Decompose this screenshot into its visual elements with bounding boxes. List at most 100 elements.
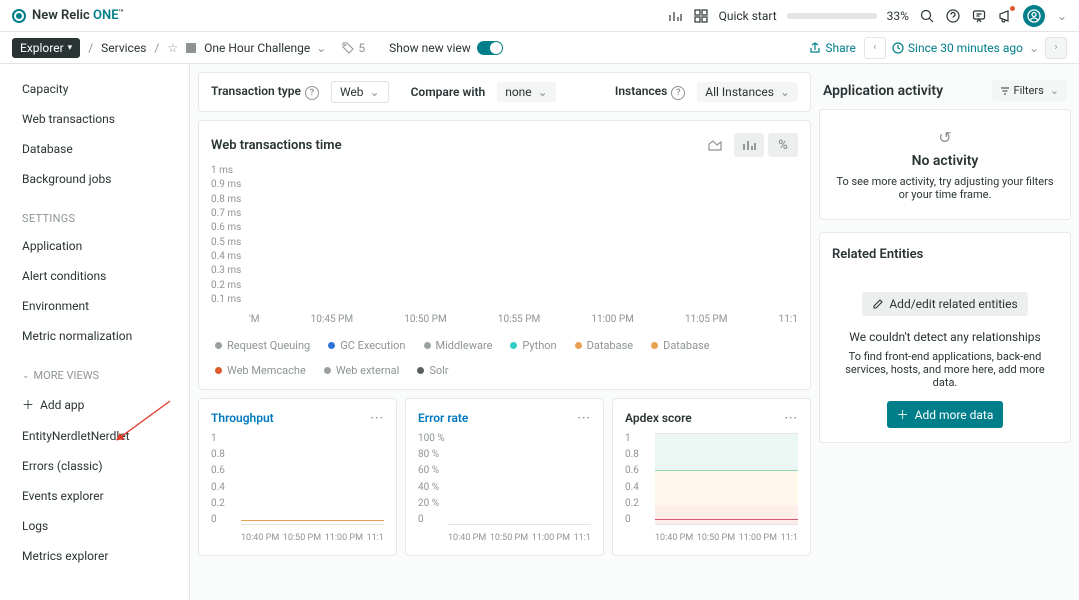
right-sidebar: Application activity Filters⌄ ↺ No activ… bbox=[819, 64, 1079, 600]
sidebar-more-item-2[interactable]: Events explorer bbox=[0, 481, 189, 511]
show-new-view-toggle[interactable]: Show new view bbox=[389, 41, 503, 55]
legend-item[interactable]: Python bbox=[510, 339, 556, 352]
sidebar-more-item-0[interactable]: EntityNerdletNerdlet bbox=[0, 421, 189, 451]
topbar-right: Quick start 33% ⌄ bbox=[667, 5, 1067, 27]
percent-view-button[interactable]: % bbox=[768, 133, 798, 157]
brand-logo-icon bbox=[12, 9, 26, 23]
toggle-switch[interactable] bbox=[477, 41, 503, 55]
filters-row: Transaction type? Web⌄ Compare with none… bbox=[198, 72, 811, 112]
compare-with-label: Compare with bbox=[411, 85, 486, 99]
error-rate-panel: Error rate ··· 100 %80 %60 %40 %20 %0 10:… bbox=[405, 398, 604, 556]
sidebar-item-2[interactable]: Database bbox=[0, 134, 189, 164]
web-transactions-time-panel: Web transactions time % 1 ms0.9 ms0.8 ms… bbox=[198, 120, 811, 390]
plus-icon: ＋ bbox=[22, 396, 34, 413]
legend-item[interactable]: GC Execution bbox=[328, 339, 405, 352]
no-relationships-text: We couldn't detect any relationships bbox=[832, 330, 1058, 344]
user-menu-chevron-icon[interactable]: ⌄ bbox=[1057, 9, 1067, 23]
sidebar-more-views[interactable]: ⌄MORE VIEWS bbox=[0, 351, 189, 388]
breadcrumb-sep: / bbox=[154, 41, 159, 55]
main-content: Transaction type? Web⌄ Compare with none… bbox=[190, 64, 819, 600]
chart-area bbox=[249, 165, 798, 305]
throughput-chart[interactable]: 10.80.60.40.20 10:40 PM10:50 PM11:00 PM1… bbox=[211, 433, 384, 543]
sidebar-item-0[interactable]: Capacity bbox=[0, 74, 189, 104]
share-button[interactable]: Share bbox=[809, 41, 856, 55]
mini-panels-row: Throughput ··· 10.80.60.40.20 10:40 PM10:… bbox=[198, 398, 811, 556]
panel-menu-button[interactable]: ··· bbox=[370, 411, 384, 425]
help-icon[interactable]: ? bbox=[671, 86, 685, 100]
chart-legend: Request Queuing GC Execution Middleware Pyt… bbox=[211, 339, 798, 377]
help-icon[interactable] bbox=[945, 8, 961, 24]
search-icon[interactable] bbox=[919, 8, 935, 24]
add-app-button[interactable]: ＋Add app bbox=[0, 388, 189, 421]
undo-icon: ↺ bbox=[832, 128, 1058, 147]
panel-title[interactable]: Error rate bbox=[418, 411, 468, 425]
time-nav: ‹ Since 30 minutes ago⌄ › bbox=[864, 37, 1067, 59]
quick-start-progress bbox=[787, 13, 877, 19]
time-prev-button[interactable]: ‹ bbox=[864, 37, 886, 59]
breadcrumb-sep: / bbox=[88, 41, 93, 55]
breadcrumb-entity[interactable]: One Hour Challenge⌄ bbox=[204, 41, 326, 55]
plus-icon: ＋ bbox=[897, 406, 909, 423]
quick-start-pct: 33% bbox=[887, 9, 909, 23]
chart-view-icon[interactable] bbox=[667, 8, 683, 24]
legend-item[interactable]: Database bbox=[651, 339, 709, 352]
favorite-star-icon[interactable]: ☆ bbox=[167, 41, 178, 55]
chart-view-toggle: % bbox=[700, 133, 798, 157]
breadcrumb-services[interactable]: Services bbox=[101, 41, 146, 55]
legend-item[interactable]: Solr bbox=[417, 364, 448, 377]
legend-item[interactable]: Request Queuing bbox=[215, 339, 310, 352]
instances-label: Instances? bbox=[615, 84, 685, 101]
tag-count[interactable]: 5 bbox=[342, 41, 365, 55]
subheader: Explorer▾ / Services / ☆ One Hour Challe… bbox=[0, 32, 1079, 64]
x-axis-labels: 'M10:45 PM10:50 PM10:55 PM11:00 PM11:05 … bbox=[249, 314, 798, 325]
panel-title[interactable]: Throughput bbox=[211, 411, 274, 425]
legend-item[interactable]: Middleware bbox=[424, 339, 493, 352]
explorer-button[interactable]: Explorer▾ bbox=[12, 38, 80, 58]
legend-item[interactable]: Database bbox=[575, 339, 633, 352]
legend-item[interactable]: Web Memcache bbox=[215, 364, 306, 377]
add-edit-entities-button[interactable]: Add/edit related entities bbox=[862, 292, 1027, 316]
panel-title: Apdex score bbox=[625, 411, 692, 425]
throughput-panel: Throughput ··· 10.80.60.40.20 10:40 PM10:… bbox=[198, 398, 397, 556]
transaction-type-select[interactable]: Web⌄ bbox=[331, 81, 389, 103]
announcements-icon[interactable] bbox=[997, 8, 1013, 24]
feedback-icon[interactable] bbox=[971, 8, 987, 24]
sidebar-settings-item-1[interactable]: Alert conditions bbox=[0, 261, 189, 291]
sidebar-settings-item-2[interactable]: Environment bbox=[0, 291, 189, 321]
breadcrumb: Explorer▾ / Services / ☆ One Hour Challe… bbox=[12, 38, 503, 58]
help-icon[interactable]: ? bbox=[305, 86, 319, 100]
sidebar-settings-item-3[interactable]: Metric normalization bbox=[0, 321, 189, 351]
y-axis-labels: 1 ms0.9 ms0.8 ms0.7 ms0.6 ms0.5 ms0.4 ms… bbox=[211, 165, 249, 305]
brand[interactable]: New Relic ONE™ bbox=[12, 8, 124, 23]
time-next-button[interactable]: › bbox=[1045, 37, 1067, 59]
entity-status-icon bbox=[186, 43, 196, 53]
instances-select[interactable]: All Instances⌄ bbox=[697, 82, 798, 102]
area-view-button[interactable] bbox=[700, 133, 730, 157]
main-chart[interactable]: 1 ms0.9 ms0.8 ms0.7 ms0.6 ms0.5 ms0.4 ms… bbox=[211, 165, 798, 325]
quick-start-label[interactable]: Quick start bbox=[719, 9, 777, 23]
time-range-picker[interactable]: Since 30 minutes ago⌄ bbox=[892, 41, 1039, 55]
legend-item[interactable]: Web external bbox=[324, 364, 400, 377]
apps-grid-icon[interactable] bbox=[693, 8, 709, 24]
panel-menu-button[interactable]: ··· bbox=[784, 411, 798, 425]
brand-text: New Relic ONE™ bbox=[32, 8, 124, 23]
bar-view-button[interactable] bbox=[734, 133, 764, 157]
user-avatar[interactable] bbox=[1023, 5, 1045, 27]
sidebar-settings-item-0[interactable]: Application bbox=[0, 231, 189, 261]
related-entities-title: Related Entities bbox=[832, 247, 1058, 262]
add-more-data-button[interactable]: ＋Add more data bbox=[887, 401, 1004, 428]
sidebar-more-item-4[interactable]: Metrics explorer bbox=[0, 541, 189, 571]
apdex-chart[interactable]: 10.80.60.40.20 10:40 PM10:50 PM11:00 PM1… bbox=[625, 433, 798, 543]
sidebar-item-1[interactable]: Web transactions bbox=[0, 104, 189, 134]
sidebar: CapacityWeb transactionsDatabaseBackgrou… bbox=[0, 64, 190, 600]
sidebar-more-item-1[interactable]: Errors (classic) bbox=[0, 451, 189, 481]
panel-title: Web transactions time bbox=[211, 138, 342, 153]
no-activity-title: No activity bbox=[832, 153, 1058, 169]
panel-menu-button[interactable]: ··· bbox=[577, 411, 591, 425]
error-rate-chart[interactable]: 100 %80 %60 %40 %20 %0 10:40 PM10:50 PM1… bbox=[418, 433, 591, 543]
compare-with-select[interactable]: none⌄ bbox=[497, 82, 556, 102]
related-entities-card: Related Entities Add/edit related entiti… bbox=[819, 232, 1071, 443]
sidebar-item-3[interactable]: Background jobs bbox=[0, 164, 189, 194]
sidebar-more-item-3[interactable]: Logs bbox=[0, 511, 189, 541]
filters-button[interactable]: Filters⌄ bbox=[992, 80, 1068, 101]
